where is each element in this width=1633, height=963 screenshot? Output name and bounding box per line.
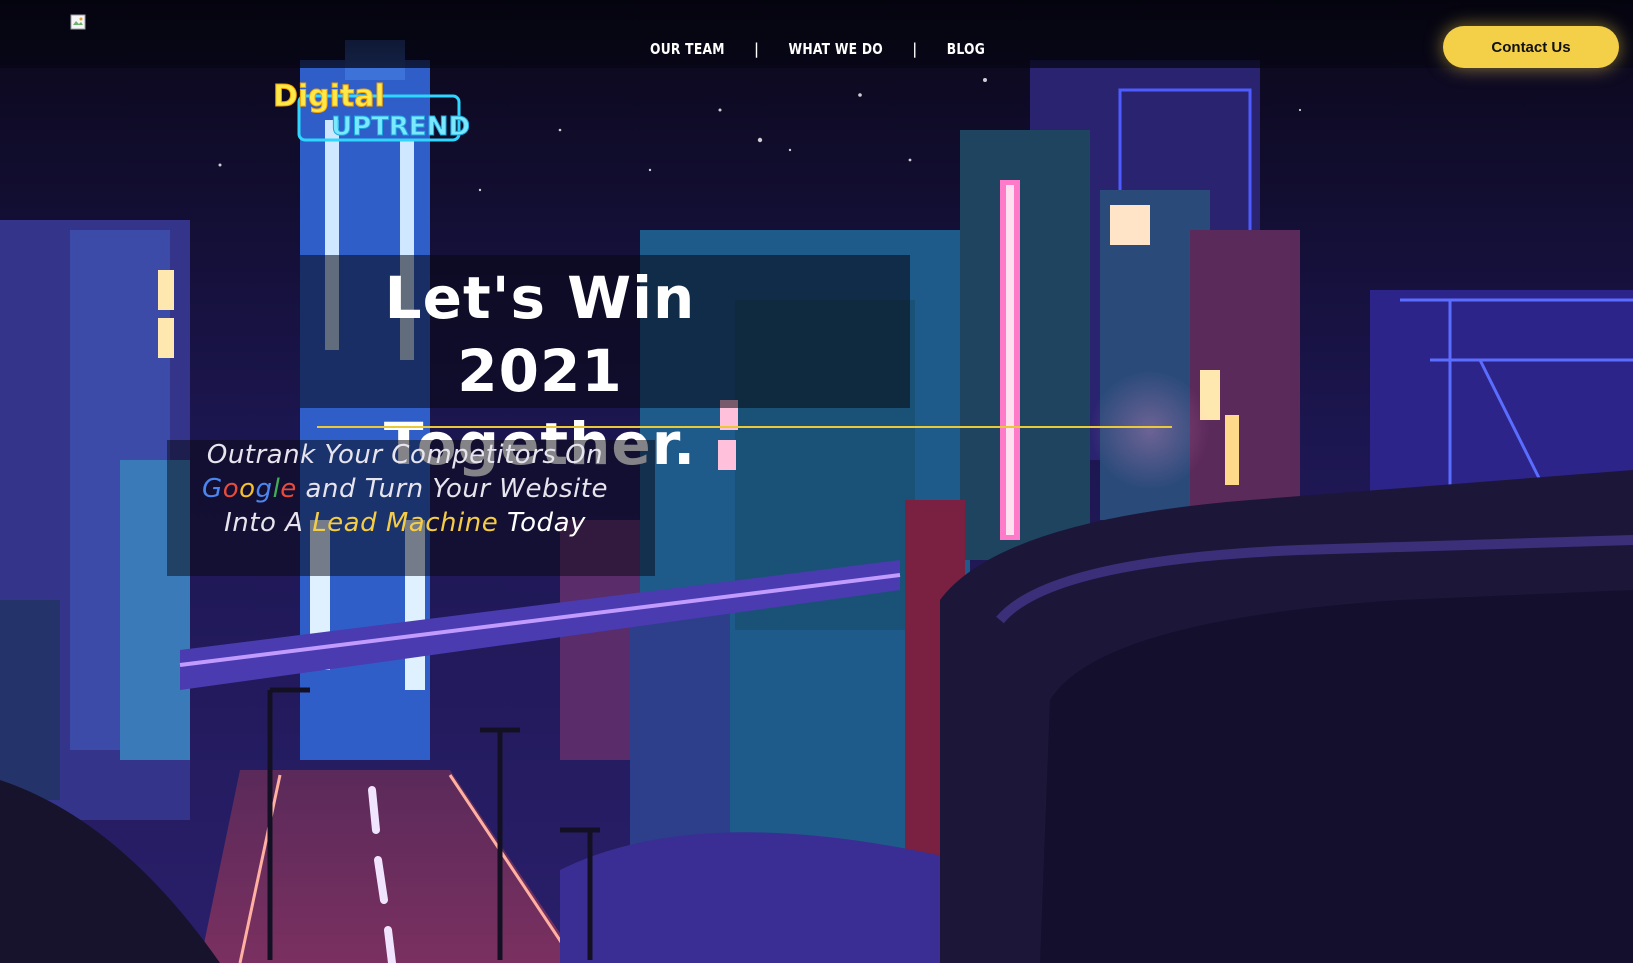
subtitle-line-2-rest: and Turn Your Website	[296, 474, 608, 504]
lead-machine-highlight: Lead Machine	[312, 508, 499, 538]
google-letter: e	[280, 474, 297, 504]
nav-link-what-we-do[interactable]: WHAT WE DO	[789, 40, 883, 58]
nav-link-blog[interactable]: BLOG	[947, 40, 985, 58]
logo-text-uptrend: UPTREND	[331, 112, 469, 142]
hero-divider	[317, 426, 1172, 428]
nav-link-our-team[interactable]: OUR TEAM	[650, 40, 725, 58]
google-letter: o	[222, 474, 240, 504]
hero-subtitle: Outrank Your Competitors On Google and T…	[170, 438, 640, 540]
hero-title-line-1: Let's Win 2021	[384, 264, 696, 405]
google-wordmark: Google	[202, 474, 297, 504]
main-nav: OUR TEAM | WHAT WE DO | BLOG	[650, 36, 985, 62]
nav-separator: |	[912, 40, 918, 58]
google-letter: G	[202, 474, 223, 504]
subtitle-line-1: Outrank Your Competitors On	[206, 440, 604, 470]
broken-image-icon	[70, 14, 86, 30]
subtitle-line-3-suffix: Today	[498, 508, 586, 538]
logo-text-digital: Digital	[273, 79, 385, 114]
google-letter: g	[255, 474, 273, 504]
subtitle-line-3-prefix: Into A	[224, 508, 313, 538]
nav-separator: |	[754, 40, 759, 58]
google-letter: o	[239, 474, 256, 504]
digital-uptrend-logo[interactable]: Digital UPTREND	[273, 74, 469, 146]
contact-us-button[interactable]: Contact Us	[1443, 26, 1619, 68]
